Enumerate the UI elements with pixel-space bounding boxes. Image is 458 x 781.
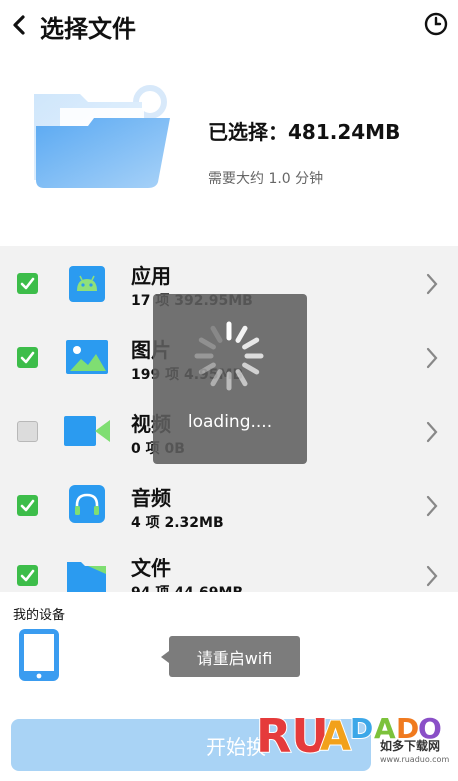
svg-text:RU: RU <box>256 709 329 763</box>
item-name: 应用 <box>131 264 171 288</box>
loading-overlay: loading.... <box>153 294 307 464</box>
android-app-icon <box>64 264 110 304</box>
chevron-right-icon <box>424 272 440 296</box>
my-device-label: 我的设备 <box>13 608 66 623</box>
chevron-right-icon <box>424 564 440 588</box>
loading-text: loading.... <box>187 412 273 432</box>
tooltip-arrow <box>161 651 169 663</box>
selection-summary: 已选择：481.24MB 需要大约 1.0 分钟 <box>0 50 458 246</box>
history-clock-icon[interactable] <box>424 12 448 36</box>
video-icon <box>64 411 110 451</box>
svg-text:www.ruaduo.com: www.ruaduo.com <box>380 755 449 764</box>
checkbox-apps[interactable] <box>17 273 38 294</box>
chevron-right-icon <box>424 494 440 518</box>
back-arrow-icon[interactable] <box>8 12 30 38</box>
checkbox-videos[interactable] <box>17 421 38 442</box>
svg-text:D: D <box>350 712 373 745</box>
folder-icon <box>64 556 110 592</box>
top-bar: 选择文件 <box>0 0 458 50</box>
list-item-files[interactable]: 文件 94 项 44.69MB <box>0 542 458 592</box>
item-name: 音频 <box>131 486 171 510</box>
spinner-icon <box>189 316 269 396</box>
phone-icon <box>18 628 60 682</box>
svg-text:A: A <box>320 714 351 760</box>
svg-text:如多下载网: 如多下载网 <box>380 738 440 753</box>
folder-illustration-icon <box>30 80 180 200</box>
checkbox-files[interactable] <box>17 565 38 586</box>
item-name: 文件 <box>131 556 171 580</box>
checkbox-images[interactable] <box>17 347 38 368</box>
checkbox-audio[interactable] <box>17 495 38 516</box>
item-meta: 4 项 2.32MB <box>131 515 224 531</box>
restart-wifi-tooltip: 请重启wifi <box>169 636 300 677</box>
ruaduo-watermark-logo: RU A D A D O 如多下载网 www.ruaduo.com <box>255 700 452 777</box>
headphones-icon <box>64 484 110 524</box>
chevron-right-icon <box>424 420 440 444</box>
chevron-right-icon <box>424 346 440 370</box>
list-item-audio[interactable]: 音频 4 项 2.32MB <box>0 468 458 542</box>
item-meta: 94 项 44.69MB <box>131 582 243 592</box>
page-title: 选择文件 <box>40 15 136 43</box>
image-icon <box>64 337 110 377</box>
selected-size-label: 已选择：481.24MB <box>208 120 401 144</box>
estimated-time-label: 需要大约 1.0 分钟 <box>208 171 324 187</box>
